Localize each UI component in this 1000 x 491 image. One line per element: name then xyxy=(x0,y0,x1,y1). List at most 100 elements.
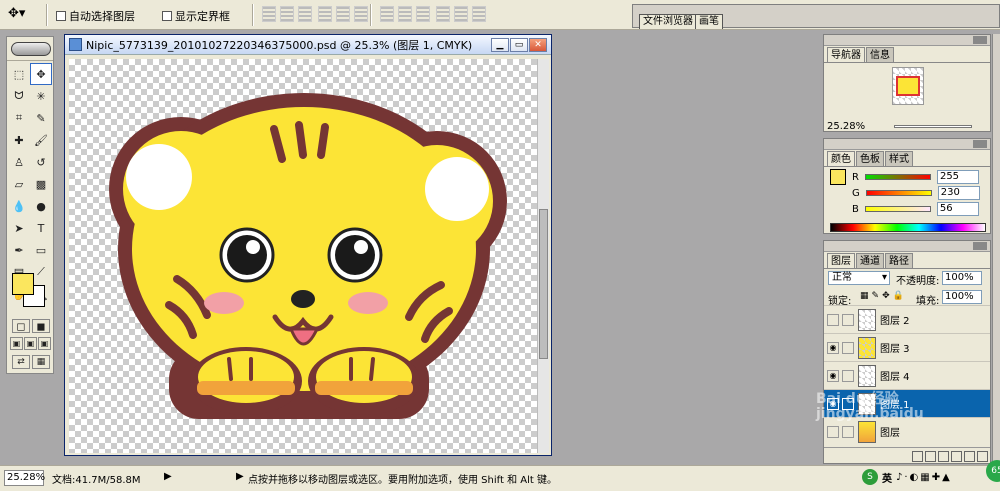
tab-styles[interactable]: 样式 xyxy=(885,151,913,166)
screen-mode-standard-icon[interactable]: ▣ xyxy=(10,337,23,350)
marquee-tool-icon[interactable]: ⬚ xyxy=(8,63,30,85)
image-canvas[interactable] xyxy=(69,59,537,453)
g-gradient[interactable] xyxy=(865,190,932,196)
r-gradient[interactable] xyxy=(864,174,931,180)
tab-layers[interactable]: 图层 xyxy=(827,253,855,268)
layer-row[interactable]: ◉ 图层 4 xyxy=(824,361,990,389)
distribute-buttons[interactable] xyxy=(380,6,430,22)
layer-row[interactable]: 图层 2 xyxy=(824,305,990,333)
crop-tool-icon[interactable]: ⌗ xyxy=(8,107,30,129)
tab-brushes[interactable]: 画笔 xyxy=(695,14,723,29)
layer-visibility-toggle[interactable] xyxy=(827,425,839,438)
scrollbar-thumb[interactable] xyxy=(539,209,548,359)
layer-link-toggle[interactable] xyxy=(842,425,854,438)
fill-input[interactable]: 100% xyxy=(942,290,982,304)
ime-language[interactable]: 英 xyxy=(882,470,892,485)
jump-to-imageready-icon[interactable]: ⇄ xyxy=(12,355,30,369)
lock-position-icon[interactable]: ✥ xyxy=(882,291,890,301)
maximize-button[interactable]: ▭ xyxy=(510,38,528,52)
foreground-color-swatch[interactable] xyxy=(12,273,34,295)
g-slider-row[interactable]: G 230 xyxy=(852,185,992,201)
lock-transparency-icon[interactable]: ▦ xyxy=(860,291,869,301)
move-tool-preset[interactable]: ✥▾ xyxy=(8,6,25,21)
status-menu-arrow-icon[interactable]: ▶ xyxy=(164,471,172,482)
color-spectrum-bar[interactable] xyxy=(830,223,986,232)
layer-style-icon[interactable] xyxy=(912,451,923,462)
tab-navigator[interactable]: 导航器 xyxy=(827,47,865,62)
notification-badge-icon[interactable]: 65 xyxy=(986,460,1000,482)
panel-menu-icon[interactable] xyxy=(973,242,987,250)
panel-header[interactable] xyxy=(824,241,990,252)
auto-select-option[interactable]: 自动选择图层 xyxy=(56,8,135,24)
pen-tool-icon[interactable]: ✒ xyxy=(8,239,30,261)
layer-row[interactable]: ◉ 图层 3 xyxy=(824,333,990,361)
lock-image-icon[interactable]: ✎ xyxy=(872,291,880,301)
dodge-tool-icon[interactable]: ● xyxy=(30,195,52,217)
document-vertical-scrollbar[interactable] xyxy=(537,59,549,453)
r-input[interactable]: 255 xyxy=(936,170,979,184)
healing-brush-tool-icon[interactable]: ✚ xyxy=(8,129,30,151)
ime-logo-icon[interactable]: S xyxy=(862,469,878,485)
tab-info[interactable]: 信息 xyxy=(866,47,894,62)
screen-mode-menu-icon[interactable]: ▣ xyxy=(24,337,37,350)
eye-icon[interactable]: ◉ xyxy=(827,341,839,354)
panel-menu-icon[interactable] xyxy=(973,140,987,148)
gradient-tool-icon[interactable]: ▩ xyxy=(30,173,52,195)
eye-icon[interactable]: ◉ xyxy=(827,369,839,382)
opacity-input[interactable]: 100% xyxy=(942,271,982,285)
lock-all-icon[interactable]: 🔒 xyxy=(893,291,904,301)
tab-channels[interactable]: 通道 xyxy=(856,253,884,268)
navigator-zoom[interactable]: 25.28% xyxy=(827,121,865,132)
ime-toolbar-icons[interactable]: ♪·◐▦✚▲ xyxy=(896,472,952,483)
status-zoom-field[interactable]: 25.28% xyxy=(4,470,45,486)
g-input[interactable]: 230 xyxy=(937,186,980,200)
navigator-view-box[interactable] xyxy=(896,76,920,96)
tab-paths[interactable]: 路径 xyxy=(885,253,913,268)
panel-menu-icon[interactable] xyxy=(973,36,987,44)
eraser-tool-icon[interactable]: ▱ xyxy=(8,173,30,195)
layer-link-toggle[interactable] xyxy=(842,369,854,382)
slice-tool-icon[interactable]: ✎ xyxy=(30,107,52,129)
move-tool-icon[interactable]: ✥ xyxy=(30,63,52,85)
blur-tool-icon[interactable]: 💧 xyxy=(8,195,30,217)
magic-wand-tool-icon[interactable]: ✳ xyxy=(30,85,52,107)
distribute-buttons-2[interactable] xyxy=(436,6,486,22)
minimize-button[interactable]: ▁ xyxy=(491,38,509,52)
layer-link-toggle[interactable] xyxy=(842,341,854,354)
new-set-icon[interactable] xyxy=(938,451,949,462)
type-tool-icon[interactable]: T xyxy=(30,217,52,239)
new-layer-icon[interactable] xyxy=(964,451,975,462)
tab-swatches[interactable]: 色板 xyxy=(856,151,884,166)
history-brush-tool-icon[interactable]: ↺ xyxy=(30,151,52,173)
blend-mode-select[interactable]: 正常 ▾ xyxy=(828,271,890,285)
tab-file-browser[interactable]: 文件浏览器 xyxy=(639,14,697,29)
standard-mode-icon[interactable]: ◻ xyxy=(12,319,30,333)
lasso-tool-icon[interactable]: ᗢ xyxy=(8,85,30,107)
shape-tool-icon[interactable]: ▭ xyxy=(30,239,52,261)
layer-mask-icon[interactable] xyxy=(925,451,936,462)
close-button[interactable]: ✕ xyxy=(529,38,547,52)
b-input[interactable]: 56 xyxy=(936,202,979,216)
b-gradient[interactable] xyxy=(864,206,931,212)
navigator-zoom-slider[interactable] xyxy=(894,125,972,128)
navigator-preview[interactable] xyxy=(892,67,924,105)
show-bounds-option[interactable]: 显示定界框 xyxy=(162,8,230,24)
tab-color[interactable]: 颜色 xyxy=(827,151,855,166)
align-buttons[interactable] xyxy=(262,6,312,22)
show-bounds-checkbox[interactable] xyxy=(162,11,172,21)
quick-mask-mode-icon[interactable]: ◼ xyxy=(32,319,50,333)
screen-mode-full-icon[interactable]: ▣ xyxy=(38,337,51,350)
photoshop-logo-icon[interactable] xyxy=(11,42,51,56)
panel-header[interactable] xyxy=(824,139,990,150)
b-slider-row[interactable]: B 56 xyxy=(852,201,992,217)
clone-stamp-tool-icon[interactable]: ♙ xyxy=(8,151,30,173)
imageready-icon[interactable]: ▦ xyxy=(32,355,50,369)
trash-icon[interactable] xyxy=(977,451,988,462)
layer-link-toggle[interactable] xyxy=(842,313,854,326)
brush-tool-icon[interactable]: 🖌 xyxy=(30,129,52,151)
layer-visibility-toggle[interactable] xyxy=(827,313,839,326)
r-slider-row[interactable]: R 255 xyxy=(852,169,992,185)
path-selection-tool-icon[interactable]: ➤ xyxy=(8,217,30,239)
adjustment-layer-icon[interactable] xyxy=(951,451,962,462)
panel-header[interactable] xyxy=(824,35,990,46)
